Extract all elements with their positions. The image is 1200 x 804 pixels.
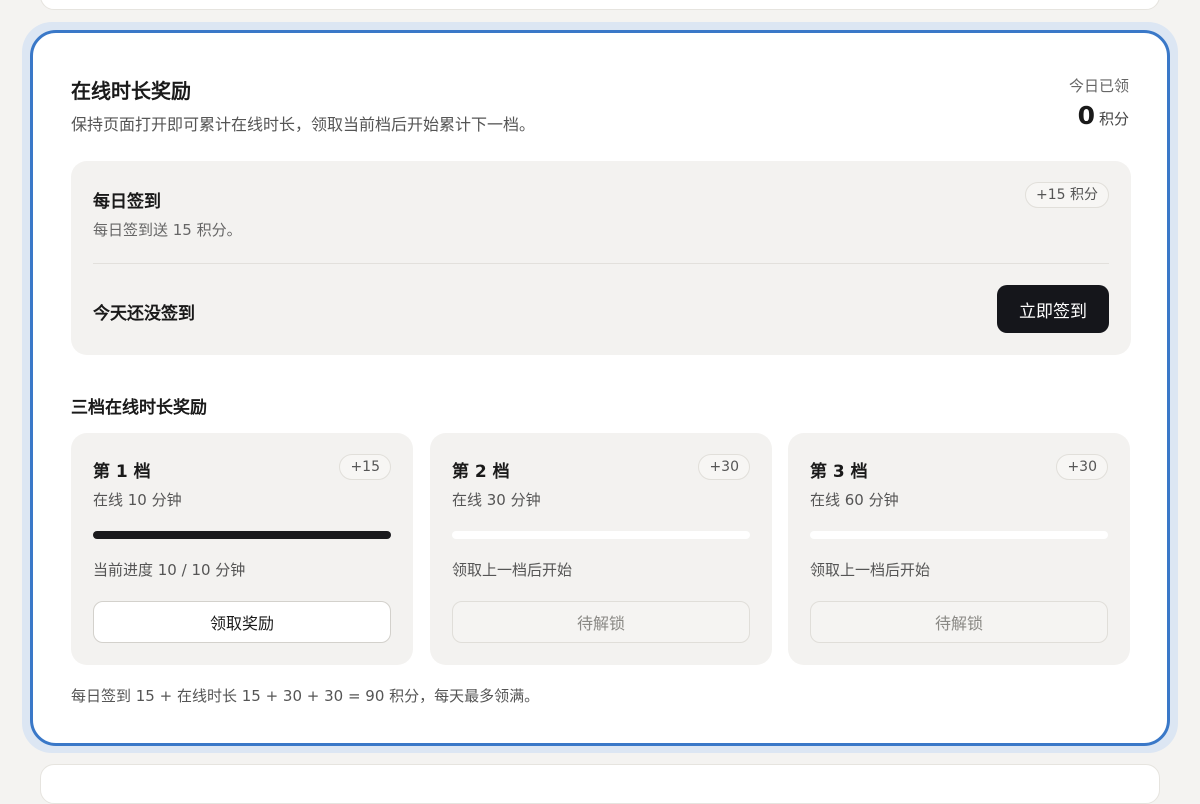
tier-progress-fill xyxy=(93,531,391,539)
today-points-number: 0 xyxy=(1077,101,1095,130)
tier-requirement: 在线 10 分钟 xyxy=(93,491,182,509)
tier-status: 领取上一档后开始 xyxy=(452,561,573,579)
tier-name: 第 1 档 xyxy=(93,462,151,482)
checkin-title: 每日签到 xyxy=(93,192,161,212)
next-card xyxy=(40,764,1160,804)
tier-points-badge: +30 xyxy=(1056,454,1108,480)
daily-checkin-panel: 每日签到 每日签到送 15 积分。 +15 积分 今天还没签到 立即签到 xyxy=(71,161,1131,355)
checkin-description: 每日签到送 15 积分。 xyxy=(93,221,242,239)
today-points-unit: 积分 xyxy=(1098,110,1129,128)
card-description: 保持页面打开即可累计在线时长，领取当前档后开始累计下一档。 xyxy=(71,115,536,134)
checkin-divider xyxy=(93,263,1109,264)
claim-reward-button[interactable]: 领取奖励 xyxy=(93,601,391,643)
tier-points-badge: +30 xyxy=(698,454,750,480)
tier-status: 领取上一档后开始 xyxy=(810,561,931,579)
previous-card xyxy=(40,0,1160,10)
tier-requirement: 在线 30 分钟 xyxy=(452,491,541,509)
tier-name: 第 2 档 xyxy=(452,462,510,482)
tier-card-1: 第 1 档 +15 在线 10 分钟 当前进度 10 / 10 分钟 领取奖励 xyxy=(71,433,413,665)
today-claimed-value: 0 积分 xyxy=(1078,101,1129,130)
checkin-status: 今天还没签到 xyxy=(93,304,195,324)
tier-progress-track xyxy=(452,531,750,539)
tier-name: 第 3 档 xyxy=(810,462,868,482)
tier-card-3: 第 3 档 +30 在线 60 分钟 领取上一档后开始 待解锁 xyxy=(788,433,1130,665)
checkin-button[interactable]: 立即签到 xyxy=(997,285,1109,333)
tier-progress-track xyxy=(93,531,391,539)
tier-requirement: 在线 60 分钟 xyxy=(810,491,899,509)
card-title: 在线时长奖励 xyxy=(71,79,191,103)
locked-tier-button[interactable]: 待解锁 xyxy=(452,601,750,643)
locked-tier-button[interactable]: 待解锁 xyxy=(810,601,1108,643)
tier-progress-track xyxy=(810,531,1108,539)
today-claimed-label: 今日已领 xyxy=(1068,77,1129,95)
tier-card-2: 第 2 档 +30 在线 30 分钟 领取上一档后开始 待解锁 xyxy=(430,433,772,665)
tiers-section-title: 三档在线时长奖励 xyxy=(71,398,207,418)
checkin-points-badge: +15 积分 xyxy=(1025,182,1109,208)
tier-status: 当前进度 10 / 10 分钟 xyxy=(93,561,246,579)
online-reward-card: 在线时长奖励 保持页面打开即可累计在线时长，领取当前档后开始累计下一档。 今日已… xyxy=(30,30,1170,746)
footer-note: 每日签到 15 + 在线时长 15 + 30 + 30 = 90 积分，每天最多… xyxy=(71,687,540,705)
tier-points-badge: +15 xyxy=(339,454,391,480)
